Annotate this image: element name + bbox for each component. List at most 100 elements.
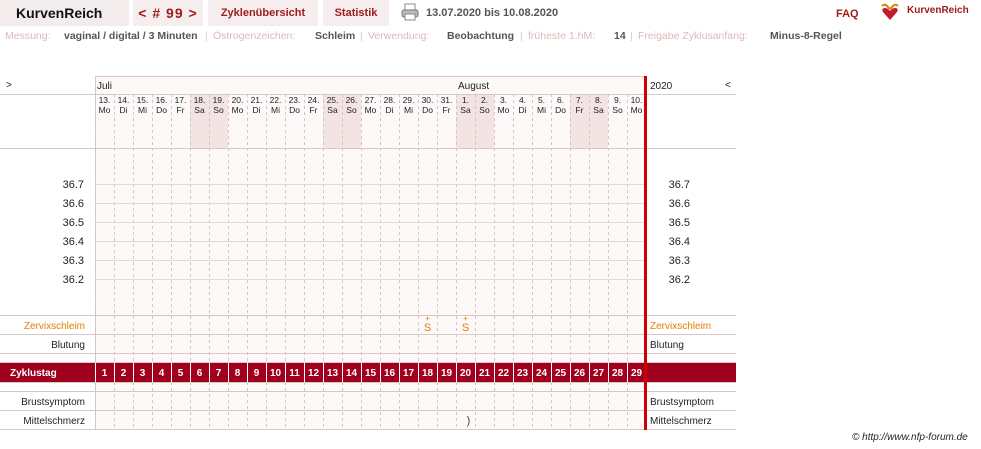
breast-row-label: Brustsymptom: [21, 397, 85, 408]
day-weekday: Di: [518, 105, 526, 115]
cycle-day-number: 20: [460, 368, 472, 379]
cycle-day-number: 28: [612, 368, 624, 379]
mucus-mark: S: [424, 322, 431, 334]
day-date: 19.: [213, 95, 225, 105]
day-weekday: So: [213, 105, 224, 115]
day-date: 29.: [403, 95, 415, 105]
cycle-day-label: Zyklustag: [10, 368, 57, 379]
day-date: 17.: [175, 95, 187, 105]
day-date: 13.: [99, 95, 111, 105]
day-date: 27.: [365, 95, 377, 105]
cycle-day-number: 23: [517, 368, 529, 379]
day-weekday: Do: [555, 105, 566, 115]
mucus-row-label: Zervixschleim: [24, 321, 85, 332]
day-date: 15.: [137, 95, 149, 105]
day-date: 4.: [519, 95, 526, 105]
day-weekday: Do: [156, 105, 167, 115]
day-weekday: Mo: [99, 105, 111, 115]
day-weekday: So: [346, 105, 357, 115]
day-date: 25.: [327, 95, 339, 105]
temp-tick-label-right: 36.5: [669, 217, 690, 229]
day-date: 3.: [500, 95, 507, 105]
prev-nav-button[interactable]: >: [6, 80, 12, 91]
day-date: 1.: [462, 95, 469, 105]
day-date: 16.: [156, 95, 168, 105]
mucus-mark: S: [462, 322, 469, 334]
day-date: 2.: [481, 95, 488, 105]
cycle-day-number: 3: [140, 368, 146, 379]
day-date: 23.: [289, 95, 301, 105]
cycle-day-number: 18: [422, 368, 434, 379]
temp-tick-label-right: 36.7: [669, 179, 690, 191]
cycle-day-number: 9: [254, 368, 260, 379]
day-date: 30.: [422, 95, 434, 105]
cycle-day-number: 8: [235, 368, 241, 379]
temp-tick-label: 36.4: [63, 236, 84, 248]
cycle-day-number: 13: [327, 368, 339, 379]
temp-tick-label-right: 36.4: [669, 236, 690, 248]
breast-row-label-right: Brustsymptom: [650, 397, 714, 408]
next-nav-button[interactable]: <: [725, 80, 731, 91]
day-date: 20.: [232, 95, 244, 105]
day-date: 21.: [251, 95, 263, 105]
day-weekday: Fr: [176, 105, 184, 115]
cycle-day-number: 11: [289, 368, 300, 379]
day-weekday: Mo: [365, 105, 377, 115]
day-date: 14.: [118, 95, 130, 105]
cycle-day-number: 4: [159, 368, 165, 379]
day-weekday: Mo: [498, 105, 510, 115]
month-label: August: [458, 81, 489, 92]
temp-tick-label-right: 36.2: [669, 274, 690, 286]
cycle-day-number: 7: [216, 368, 222, 379]
day-weekday: So: [479, 105, 490, 115]
midpain-row-label-right: Mittelschmerz: [650, 416, 712, 427]
cycle-day-number: 15: [365, 368, 377, 379]
day-date: 31.: [441, 95, 453, 105]
cycle-day-number: 27: [593, 368, 605, 379]
day-weekday: Do: [289, 105, 300, 115]
day-date: 5.: [538, 95, 545, 105]
temp-tick-label: 36.5: [63, 217, 84, 229]
cycle-chart: > <2020Juli August13.Mo14.Di15.Mi16.Do17.F…: [0, 76, 736, 430]
day-weekday: Fr: [309, 105, 317, 115]
day-date: 8.: [595, 95, 602, 105]
mucus-row-label-right: Zervixschleim: [650, 321, 711, 332]
cycle-day-number: 19: [441, 368, 453, 379]
cycle-day-number: 17: [403, 368, 415, 379]
day-date: 7.: [576, 95, 583, 105]
cycle-day-number: 21: [479, 368, 491, 379]
cycle-day-number: 24: [536, 368, 548, 379]
temp-tick-label-right: 36.3: [669, 255, 690, 267]
temp-tick-label-right: 36.6: [669, 198, 690, 210]
day-weekday: So: [612, 105, 623, 115]
day-weekday: Mi: [138, 105, 147, 115]
cycle-day-number: 29: [631, 368, 643, 379]
cycle-day-number: 22: [498, 368, 510, 379]
copyright: © http://www.nfp-forum.de: [852, 432, 968, 443]
cycle-day-number: 14: [346, 368, 358, 379]
day-weekday: Sa: [327, 105, 338, 115]
day-date: 18.: [194, 95, 206, 105]
day-weekday: Mo: [631, 105, 643, 115]
day-date: 22.: [270, 95, 282, 105]
cycle-day-number: 5: [178, 368, 184, 379]
day-weekday: Mo: [232, 105, 244, 115]
current-day-cursor: [644, 76, 647, 430]
year-label: 2020: [650, 81, 673, 92]
day-weekday: Sa: [593, 105, 604, 115]
temp-tick-label: 36.2: [63, 274, 84, 286]
temp-tick-label: 36.6: [63, 198, 84, 210]
day-date: 24.: [308, 95, 320, 105]
bleeding-row-label-right: Blutung: [650, 340, 684, 351]
day-date: 28.: [384, 95, 396, 105]
day-weekday: Di: [385, 105, 393, 115]
midpain-row-label: Mittelschmerz: [23, 416, 85, 427]
day-weekday: Sa: [460, 105, 471, 115]
cycle-day-number: 25: [555, 368, 567, 379]
temp-tick-label: 36.7: [63, 179, 84, 191]
day-date: 10.: [631, 95, 643, 105]
cycle-day-number: 6: [197, 368, 203, 379]
day-weekday: Fr: [575, 105, 583, 115]
day-weekday: Do: [422, 105, 433, 115]
month-label: Juli: [97, 81, 112, 92]
